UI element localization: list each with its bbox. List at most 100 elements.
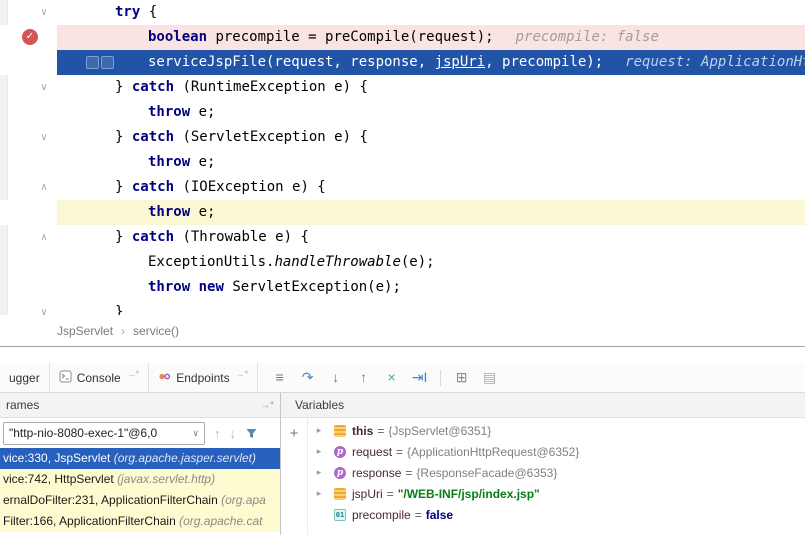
expand-chevron-icon[interactable]: ▸ [312, 446, 326, 457]
code-segment: boolean [148, 29, 207, 45]
variable-value: {ResponseFacade@6353} [416, 466, 557, 480]
frame-package: (org.apache.cat [179, 514, 262, 528]
variables-panel-title: Variables [295, 398, 344, 412]
code-segment: serviceJspFile(request, response, [148, 54, 435, 70]
code-line-9[interactable]: } catch (Throwable e) { [0, 225, 805, 250]
frame-location: vice:742, HttpServlet [3, 472, 117, 486]
variable-row-request[interactable]: ▸prequest={ApplicationHttpRequest@6352} [308, 441, 805, 462]
frames-panel: rames →* "http-nio-8080-exec-1"@6,0 ∨ ↑ … [0, 393, 281, 535]
variables-body: + ▸this={JspServlet@6351}▸prequest={Appl… [281, 418, 805, 535]
add-watch-button[interactable]: + [290, 425, 299, 535]
stack-frame-row[interactable]: ernalDoFilter:231, ApplicationFilterChai… [0, 490, 280, 511]
fold-marker-icon[interactable]: ∨ [36, 0, 52, 25]
frame-location: Filter:166, ApplicationFilterChain [3, 514, 179, 528]
fold-marker-icon[interactable]: ∨ [36, 125, 52, 150]
code-line-6[interactable]: throw e; [0, 150, 805, 175]
code-segment: (ServletException e) { [174, 129, 368, 145]
frame-package: (org.apa [221, 493, 266, 507]
code-segment: catch [132, 129, 174, 145]
hide-library-frames-filter-icon[interactable] [245, 427, 258, 440]
code-segment [190, 279, 198, 295]
variable-name: request [352, 445, 392, 459]
toolwindow-gap [0, 347, 805, 363]
code-segment: ExceptionUtils. [148, 254, 274, 270]
thread-selector-dropdown[interactable]: "http-nio-8080-exec-1"@6,0 ∨ [3, 422, 205, 445]
inline-debug-hint: precompile: false [516, 29, 659, 45]
frames-panel-title: rames [6, 398, 39, 412]
expand-chevron-icon[interactable]: ▸ [312, 467, 326, 478]
step-into-icon[interactable]: ↓ [322, 363, 349, 392]
code-line-2[interactable]: serviceJspFile(request, response, jspUri… [0, 50, 805, 75]
fold-marker-icon[interactable]: ∧ [36, 225, 52, 250]
fold-marker-icon[interactable]: ∨ [36, 75, 52, 100]
code-segment: } [115, 129, 132, 145]
code-segment: (Throwable e) { [174, 229, 309, 245]
code-segment: try [115, 4, 140, 20]
equals-sign: = [405, 466, 412, 480]
code-segment: handleThrowable [274, 254, 400, 270]
code-segment: throw [148, 154, 190, 170]
toolbar-divider [440, 370, 441, 386]
variable-row-response[interactable]: ▸presponse={ResponseFacade@6353} [308, 462, 805, 483]
code-line-12[interactable]: } [0, 300, 805, 315]
code-segment: } [115, 304, 123, 315]
fold-marker-icon[interactable]: ∧ [36, 175, 52, 200]
chevron-down-icon: ∨ [192, 428, 199, 439]
variable-name: precompile [352, 508, 411, 522]
tab-console[interactable]: Console→* [50, 363, 150, 392]
code-segment: e; [190, 204, 215, 220]
expand-chevron-icon[interactable]: ▸ [312, 425, 326, 436]
stack-frame-row[interactable]: Filter:166, ApplicationFilterChain (org.… [0, 511, 280, 532]
step-out-icon[interactable]: ↑ [350, 363, 377, 392]
frames-list: vice:330, JspServlet (org.apache.jasper.… [0, 448, 280, 535]
tab-badge-icon: →* [127, 369, 140, 379]
run-to-cursor-icon[interactable]: ⇥I [406, 363, 433, 392]
equals-sign: = [377, 424, 384, 438]
code-segment: new [199, 279, 224, 295]
code-line-3[interactable]: } catch (RuntimeException e) { [0, 75, 805, 100]
code-segment: throw [148, 279, 190, 295]
debug-toolbar: ugger Console→*Endpoints→* ≡↷↓↑×⇥I ⊞▤ [0, 363, 805, 393]
code-segment: jspUri [435, 54, 486, 70]
equals-sign: = [387, 487, 394, 501]
code-line-10[interactable]: ExceptionUtils.handleThrowable(e); [0, 250, 805, 275]
variable-row-this[interactable]: ▸this={JspServlet@6351} [308, 420, 805, 441]
layout-settings-icon[interactable]: ≡ [266, 363, 293, 392]
step-over-icon[interactable]: ↷ [294, 363, 321, 392]
code-segment: } [115, 79, 132, 95]
code-line-8[interactable]: throw e; [0, 200, 805, 225]
code-segment: (RuntimeException e) { [174, 79, 368, 95]
code-line-11[interactable]: throw new ServletException(e); [0, 275, 805, 300]
code-line-4[interactable]: throw e; [0, 100, 805, 125]
console-icon [59, 370, 72, 386]
fold-marker-icon[interactable]: ∨ [36, 300, 52, 315]
breadcrumb-item[interactable]: JspServlet [57, 324, 113, 338]
code-line-1[interactable]: boolean precompile = preCompile(request)… [0, 25, 805, 50]
breakpoint-icon[interactable]: ✓ [22, 29, 38, 45]
more-view-icon[interactable]: ▤ [476, 363, 503, 392]
previous-frame-button[interactable]: ↑ [214, 426, 221, 441]
code-segment: { [140, 4, 157, 20]
code-line-0[interactable]: try { [0, 0, 805, 25]
pin-tab-icon[interactable]: →* [260, 400, 274, 411]
debug-panels: rames →* "http-nio-8080-exec-1"@6,0 ∨ ↑ … [0, 393, 805, 535]
next-frame-button[interactable]: ↓ [230, 426, 237, 441]
table-view-icon[interactable]: ⊞ [448, 363, 475, 392]
code-line-7[interactable]: } catch (IOException e) { [0, 175, 805, 200]
code-editor[interactable]: try {boolean precompile = preCompile(req… [0, 0, 805, 315]
stack-frame-row[interactable]: vice:742, HttpServlet (javax.servlet.htt… [0, 469, 280, 490]
variable-row-precompile[interactable]: 01precompile=false [308, 504, 805, 525]
equals-sign: = [415, 508, 422, 522]
code-segment: throw [148, 204, 190, 220]
code-line-5[interactable]: } catch (ServletException e) { [0, 125, 805, 150]
breadcrumb-item[interactable]: service() [133, 324, 179, 338]
tab-label: ugger [9, 371, 40, 385]
tab-endpoints[interactable]: Endpoints→* [149, 363, 258, 392]
expand-chevron-icon[interactable]: ▸ [312, 488, 326, 499]
stack-frame-row[interactable]: vice:330, JspServlet (org.apache.jasper.… [0, 448, 280, 469]
variable-row-jspUri[interactable]: ▸jspUri="/WEB-INF/jsp/index.jsp" [308, 483, 805, 504]
drop-frame-icon[interactable]: × [378, 363, 405, 392]
tab-ugger[interactable]: ugger [0, 363, 50, 392]
frames-toolbar: "http-nio-8080-exec-1"@6,0 ∨ ↑ ↓ [0, 418, 280, 448]
parameter-icon: p [334, 446, 346, 458]
